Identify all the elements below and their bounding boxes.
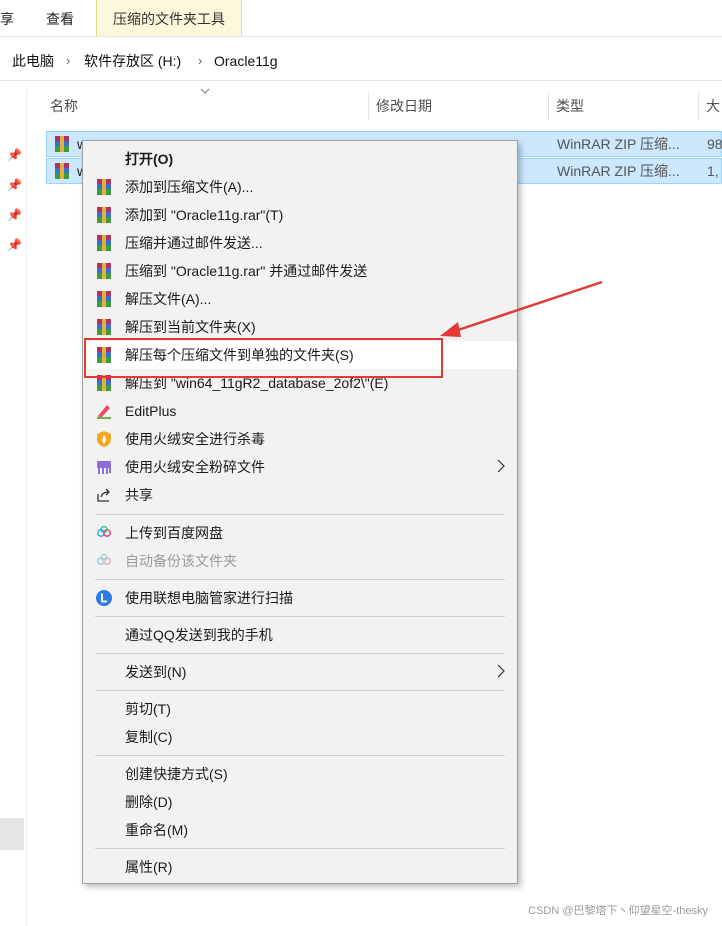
submenu-arrow-icon	[497, 459, 505, 473]
menu-item-add-to-archive[interactable]: 添加到压缩文件(A)...	[83, 173, 517, 201]
column-divider[interactable]	[368, 92, 369, 120]
tab-compressed-folder-tools[interactable]: 压缩的文件夹工具	[96, 0, 242, 36]
menu-item-label: 属性(R)	[125, 859, 173, 875]
menu-item-lenovo-scan[interactable]: 使用联想电脑管家进行扫描	[83, 584, 517, 612]
menu-item-share[interactable]: 共享	[83, 481, 517, 509]
winrar-icon	[97, 319, 111, 335]
menu-item-rename[interactable]: 重命名(M)	[83, 816, 517, 844]
winrar-icon	[97, 263, 111, 279]
breadcrumb-drive[interactable]: 软件存放区 (H:)	[84, 42, 181, 80]
menu-item-label: 删除(D)	[125, 794, 173, 810]
menu-separator	[95, 690, 505, 691]
column-date[interactable]: 修改日期	[376, 90, 432, 122]
winrar-icon	[97, 291, 111, 307]
pin-icon[interactable]: 📌	[7, 148, 22, 162]
file-type: WinRAR ZIP 压缩...	[557, 136, 680, 152]
menu-separator	[95, 755, 505, 756]
menu-item-create-shortcut[interactable]: 创建快捷方式(S)	[83, 760, 517, 788]
winrar-icon	[97, 235, 111, 251]
menu-item-compress-email[interactable]: 压缩并通过邮件发送...	[83, 229, 517, 257]
menu-item-baidu-upload[interactable]: 上传到百度网盘	[83, 519, 517, 547]
menu-item-label: 通过QQ发送到我的手机	[125, 627, 273, 643]
breadcrumb-folder[interactable]: Oracle11g	[214, 42, 278, 80]
column-divider[interactable]	[548, 92, 549, 120]
menu-separator	[95, 616, 505, 617]
breadcrumb-this-pc[interactable]: 此电脑	[12, 42, 54, 80]
baidu-cloud-icon	[96, 525, 112, 538]
menu-item-label: 解压文件(A)...	[125, 291, 212, 307]
menu-item-label: 复制(C)	[125, 729, 173, 745]
menu-separator	[95, 848, 505, 849]
menu-item-baidu-backup: 自动备份该文件夹	[83, 547, 517, 575]
annotation-highlight-box	[84, 338, 443, 378]
menu-separator	[95, 579, 505, 580]
menu-item-delete[interactable]: 删除(D)	[83, 788, 517, 816]
menu-item-open[interactable]: 打开(O)	[83, 145, 517, 173]
menu-item-label: 使用火绒安全粉碎文件	[125, 459, 265, 475]
column-type[interactable]: 类型	[556, 90, 584, 122]
baidu-cloud-icon	[96, 553, 112, 566]
breadcrumb-separator-icon[interactable]: ›	[66, 42, 70, 80]
menu-item-label: 自动备份该文件夹	[125, 553, 237, 569]
navigation-selected-item[interactable]	[0, 818, 24, 850]
pin-icon[interactable]: 📌	[7, 178, 22, 192]
file-size: 98	[707, 136, 722, 152]
tab-share[interactable]: 享	[0, 0, 14, 36]
column-divider[interactable]	[698, 92, 699, 120]
winrar-icon	[97, 179, 111, 195]
menu-item-add-to-rar[interactable]: 添加到 "Oracle11g.rar"(T)	[83, 201, 517, 229]
lenovo-icon	[96, 590, 112, 606]
menu-item-label: 创建快捷方式(S)	[125, 766, 228, 782]
menu-item-label: 添加到压缩文件(A)...	[125, 179, 254, 195]
pin-icon[interactable]: 📌	[7, 208, 22, 222]
menu-item-label: 压缩到 "Oracle11g.rar" 并通过邮件发送	[125, 263, 368, 279]
menu-item-label: 使用火绒安全进行杀毒	[125, 431, 265, 447]
file-size: 1,	[707, 163, 719, 179]
submenu-arrow-icon	[497, 664, 505, 678]
menu-item-properties[interactable]: 属性(R)	[83, 853, 517, 881]
ribbon: 享 查看 压缩的文件夹工具	[0, 0, 722, 37]
menu-item-editplus[interactable]: EditPlus	[83, 397, 517, 425]
file-type: WinRAR ZIP 压缩...	[557, 163, 680, 179]
shredder-icon	[97, 461, 111, 474]
menu-separator	[95, 653, 505, 654]
watermark: CSDN @巴黎塔下丶仰望星空-thesky	[528, 905, 708, 917]
context-menu: 打开(O) 添加到压缩文件(A)... 添加到 "Oracle11g.rar"(…	[82, 140, 518, 884]
share-icon	[97, 488, 110, 502]
menu-item-label: 添加到 "Oracle11g.rar"(T)	[125, 207, 284, 223]
column-header: 名称 修改日期 类型 大	[0, 90, 722, 122]
huorong-shield-icon	[97, 431, 111, 447]
menu-item-qq-send-phone[interactable]: 通过QQ发送到我的手机	[83, 621, 517, 649]
menu-item-label: 发送到(N)	[125, 664, 187, 680]
menu-item-label: 打开(O)	[125, 151, 174, 167]
column-name[interactable]: 名称	[50, 90, 78, 122]
menu-item-label: 上传到百度网盘	[125, 525, 223, 541]
menu-item-label: 重命名(M)	[125, 822, 188, 838]
menu-separator	[95, 514, 505, 515]
navigation-pane: 📌 📌 📌 📌	[0, 90, 27, 926]
winrar-icon	[97, 207, 111, 223]
annotation-arrow-icon	[440, 280, 603, 337]
menu-item-huorong-scan[interactable]: 使用火绒安全进行杀毒	[83, 425, 517, 453]
menu-item-copy[interactable]: 复制(C)	[83, 723, 517, 751]
menu-item-label: 解压到当前文件夹(X)	[125, 319, 256, 335]
breadcrumb[interactable]: 此电脑 › 软件存放区 (H:) › Oracle11g	[0, 42, 722, 81]
menu-item-huorong-shred[interactable]: 使用火绒安全粉碎文件	[83, 453, 517, 481]
editplus-icon	[97, 405, 111, 419]
menu-item-cut[interactable]: 剪切(T)	[83, 695, 517, 723]
menu-item-send-to[interactable]: 发送到(N)	[83, 658, 517, 686]
winrar-archive-icon	[55, 163, 69, 179]
menu-item-label: EditPlus	[125, 403, 177, 419]
pin-icon[interactable]: 📌	[7, 238, 22, 252]
sort-caret-icon	[200, 88, 210, 94]
menu-item-label: 共享	[125, 487, 153, 503]
breadcrumb-separator-icon[interactable]: ›	[198, 42, 202, 80]
menu-item-label: 压缩并通过邮件发送...	[125, 235, 263, 251]
menu-item-label: 使用联想电脑管家进行扫描	[125, 590, 293, 606]
menu-item-label: 剪切(T)	[125, 701, 171, 717]
tab-view[interactable]: 查看	[46, 0, 74, 36]
column-size[interactable]: 大	[706, 90, 720, 122]
winrar-archive-icon	[55, 136, 69, 152]
